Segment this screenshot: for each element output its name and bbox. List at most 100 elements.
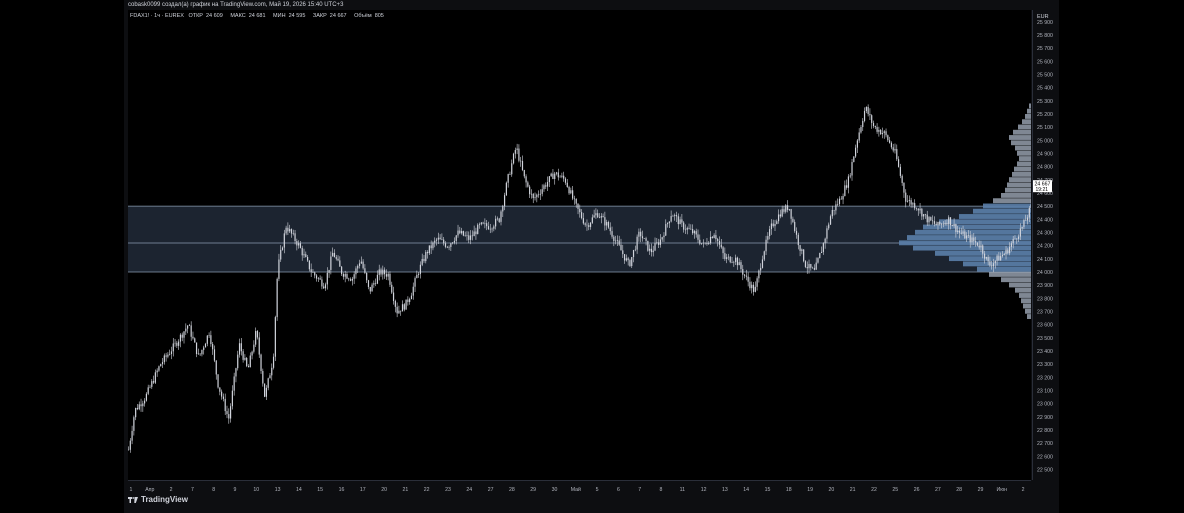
time-tick-label: 17 — [360, 487, 366, 493]
candle-body — [407, 299, 409, 302]
candle-body — [826, 228, 828, 239]
candle-body — [258, 337, 260, 355]
candle-body — [856, 140, 858, 148]
price-tick-label: 23 400 — [1037, 349, 1053, 355]
volume-profile-bar — [1021, 298, 1031, 304]
candle-body — [172, 343, 174, 352]
candle-body — [366, 272, 368, 281]
value-area-zone[interactable] — [128, 206, 1031, 272]
candle-body — [538, 194, 540, 196]
tradingview-logo-icon — [128, 496, 138, 503]
volume-profile-bar — [1029, 103, 1031, 109]
candle-body — [777, 214, 780, 222]
candle-body — [829, 216, 832, 225]
candle-body — [577, 203, 579, 209]
candle-body — [457, 230, 459, 236]
candle-body — [919, 208, 921, 211]
candle-body — [677, 216, 679, 225]
candle-body — [484, 223, 486, 224]
candle-body — [579, 208, 581, 213]
price-tick-label: 22 900 — [1037, 415, 1053, 421]
chart-plot-area[interactable] — [127, 10, 1059, 480]
candle-body — [917, 208, 919, 211]
candle-body — [500, 211, 502, 222]
candle-body — [383, 269, 386, 275]
candle-body — [700, 243, 703, 244]
candle-body — [973, 237, 975, 242]
candle-body — [774, 223, 776, 227]
volume-profile-bar — [1017, 150, 1031, 156]
candle-body — [914, 203, 916, 209]
price-axis[interactable]: EUR 25 900 25 800 25 700 25 600 25 500 25 400 2… — [1032, 10, 1059, 480]
candle-body — [743, 274, 746, 276]
time-tick-label: 16 — [339, 487, 345, 493]
candle-body — [905, 192, 907, 202]
candle-body — [785, 205, 787, 212]
candle-body — [688, 227, 690, 229]
candle-body — [573, 198, 576, 200]
time-tick-label: 13 — [722, 487, 728, 493]
candle-body — [161, 362, 164, 365]
time-tick-label: 12 — [701, 487, 707, 493]
candle-body — [804, 261, 807, 267]
candle-body — [534, 197, 536, 199]
candle-body — [190, 325, 192, 337]
candle-body — [1026, 217, 1029, 221]
time-tick-label: 6 — [617, 487, 620, 493]
candle-body — [568, 186, 570, 194]
candle-body — [543, 185, 545, 190]
candle-body — [1009, 246, 1011, 254]
candle-body — [738, 262, 740, 266]
candle-body — [842, 196, 844, 200]
candle-body — [135, 408, 137, 418]
price-chart[interactable] — [127, 10, 1059, 480]
candle-body — [1019, 228, 1021, 237]
candle-body — [924, 214, 927, 215]
legend-symbol[interactable]: FDAX1! · 1ч · EUREX — [130, 13, 184, 19]
candle-body — [835, 204, 837, 211]
volume-profile-bar — [1018, 124, 1031, 130]
candle-body — [709, 236, 712, 244]
candle-body — [333, 252, 336, 258]
candle-body — [885, 131, 887, 136]
candle-body — [255, 331, 257, 345]
candle-body — [391, 284, 393, 293]
candle-body — [817, 258, 819, 263]
candle-body — [736, 257, 738, 266]
legend-volume-value: 805 — [374, 13, 384, 19]
candle-body — [699, 239, 701, 244]
candle-body — [611, 231, 613, 237]
time-tick-label: 28 — [509, 487, 515, 493]
candle-body — [176, 342, 178, 346]
price-tick-label: 25 900 — [1037, 20, 1053, 26]
price-tick-label: 24 800 — [1037, 165, 1053, 171]
candle-body — [215, 360, 217, 375]
price-tick-label: 22 500 — [1037, 467, 1053, 473]
candle-body — [357, 265, 359, 269]
candle-body — [889, 140, 891, 143]
time-tick-label: 22 — [424, 487, 430, 493]
candle-body — [717, 239, 719, 241]
candle-body — [887, 135, 889, 141]
price-tick-label: 25 200 — [1037, 112, 1053, 118]
candle-body — [219, 387, 221, 392]
candle-body — [962, 231, 964, 234]
candle-body — [912, 203, 914, 205]
candle-body — [928, 217, 930, 223]
candle-body — [915, 208, 918, 209]
candle-body — [262, 371, 264, 384]
candle-body — [788, 209, 790, 210]
candle-body — [964, 231, 966, 239]
candle-body — [876, 127, 878, 132]
candle-body — [167, 354, 169, 357]
candle-body — [810, 264, 812, 268]
candle-body — [253, 344, 255, 352]
candle-body — [341, 266, 343, 275]
time-tick-label: 19 — [807, 487, 813, 493]
time-axis[interactable]: 1 Апр 2 7 8 9 10 13 14 15 16 17 20 21 22 23 24 27 28 29 30 Ма… — [128, 480, 1031, 493]
candle-body — [718, 240, 721, 245]
candle-body — [319, 278, 321, 280]
candle-body — [926, 214, 928, 223]
candle-body — [532, 193, 534, 199]
volume-profile-bar — [993, 198, 1031, 204]
